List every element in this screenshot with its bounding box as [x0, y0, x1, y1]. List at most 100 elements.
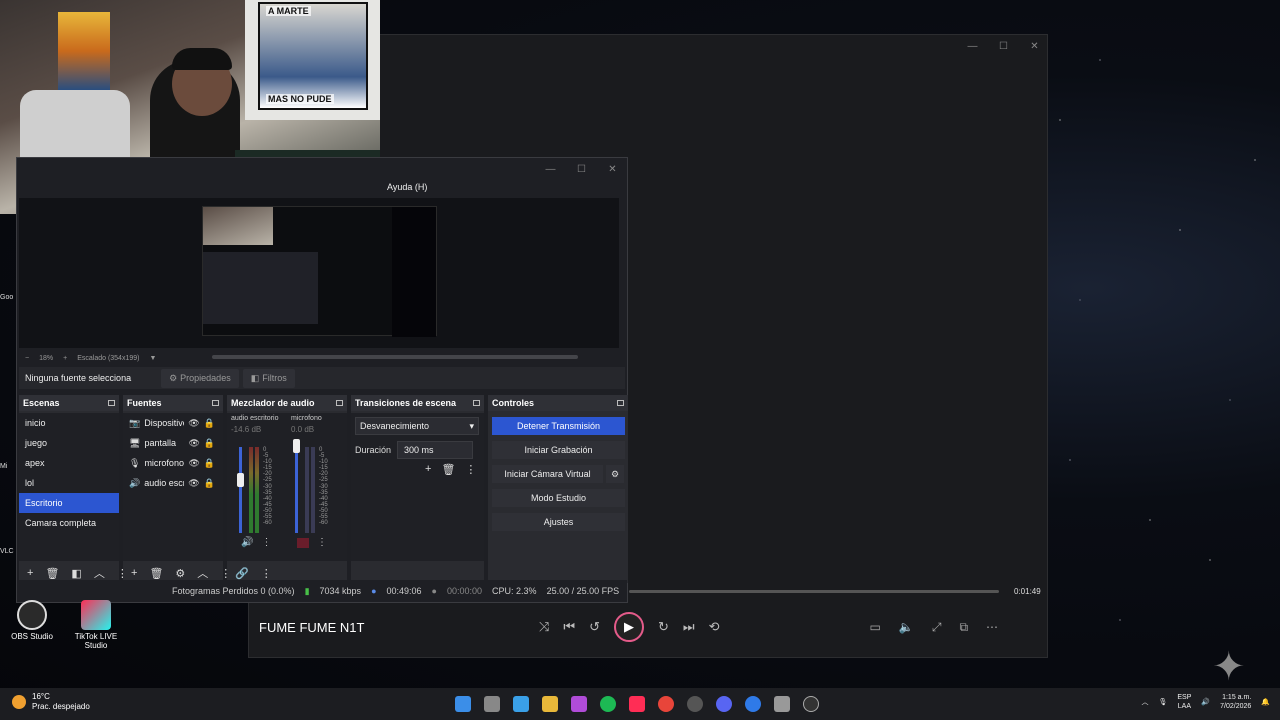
zoom-out-icon[interactable]: − [25, 355, 29, 362]
more-options-icon[interactable]: ⋯ [986, 620, 998, 635]
scene-item[interactable]: lol [19, 473, 119, 493]
trash-icon[interactable]: 🗑 [45, 567, 59, 580]
lock-icon[interactable]: 🔒 [204, 478, 215, 489]
copilot-icon[interactable] [513, 696, 529, 712]
play-button[interactable]: ▶ [614, 612, 645, 642]
chevron-up-icon[interactable]: ︿ [94, 565, 105, 581]
obs-window[interactable]: — ☐ ✕ Ayuda (H) − 18% + Escalado (354x19… [16, 157, 628, 603]
more-options-icon[interactable]: ⋮ [317, 537, 327, 548]
gear-icon[interactable]: ⚙ [606, 465, 624, 483]
app-icon[interactable] [571, 696, 587, 712]
properties-button[interactable]: ⚙ Propiedades [161, 368, 239, 388]
zoom-in-icon[interactable]: + [63, 355, 67, 362]
chevron-up-icon[interactable]: ︿ [1142, 698, 1149, 707]
cast-icon[interactable]: ⧉ [959, 620, 968, 635]
preview-scrollbar[interactable] [212, 355, 578, 359]
source-item[interactable]: 📷 Dispositivo 👁 🔒 [123, 413, 223, 433]
lock-icon[interactable]: 🔒 [204, 438, 215, 449]
link-icon[interactable]: 🔗 [235, 567, 249, 580]
eye-icon[interactable]: 👁 [188, 418, 199, 429]
weather-widget[interactable]: 16°C Prac. despejado [12, 692, 90, 712]
file-explorer-icon[interactable] [542, 696, 558, 712]
trash-icon[interactable]: 🗑 [441, 463, 455, 476]
miniplayer-icon[interactable]: ▭ [870, 620, 881, 635]
clock[interactable]: 1:15 a.m. 7/02/2026 [1220, 693, 1251, 711]
trash-icon[interactable]: 🗑 [149, 567, 163, 580]
rewind-10-icon[interactable]: ↺ [589, 619, 600, 635]
more-options-icon[interactable]: ⋮ [261, 537, 271, 548]
close-icon[interactable]: ✕ [1019, 35, 1050, 57]
add-icon[interactable]: + [27, 567, 33, 579]
settings-button[interactable]: Ajustes [492, 513, 625, 531]
scene-item[interactable]: juego [19, 433, 119, 453]
start-recording-button[interactable]: Iniciar Grabación [492, 441, 625, 459]
tiktok-icon[interactable] [629, 696, 645, 712]
undock-icon[interactable] [212, 400, 219, 406]
fullscreen-icon[interactable]: ⤢ [932, 620, 942, 635]
chrome-icon[interactable] [658, 696, 674, 712]
chevron-up-icon[interactable]: ︿ [197, 565, 208, 581]
lock-icon[interactable]: 🔒 [204, 458, 215, 469]
fader-knob[interactable] [293, 439, 300, 453]
spotify-icon[interactable] [600, 696, 616, 712]
desktop-icon-obs[interactable]: OBS Studio [7, 600, 57, 641]
scene-item[interactable]: Escritorio [19, 493, 119, 513]
duration-input[interactable]: 300 ms [397, 441, 474, 459]
language-indicator[interactable]: ESP LAA [1177, 693, 1191, 711]
eye-icon[interactable]: 👁 [188, 478, 199, 489]
gear-icon[interactable]: ⚙ [175, 567, 185, 580]
virtual-camera-button[interactable]: Iniciar Cámara Virtual [492, 465, 603, 483]
undock-icon[interactable] [108, 400, 115, 406]
undock-icon[interactable] [473, 400, 480, 406]
add-icon[interactable]: + [131, 567, 137, 579]
discord-icon[interactable] [716, 696, 732, 712]
fader-knob[interactable] [237, 473, 244, 487]
volume-icon[interactable]: 🔈 [899, 620, 914, 635]
lock-icon[interactable]: 🔒 [204, 418, 215, 429]
app-icon[interactable] [745, 696, 761, 712]
notification-icon[interactable]: 🔔 [1261, 698, 1270, 707]
scene-item[interactable]: apex [19, 453, 119, 473]
eye-icon[interactable]: 👁 [188, 458, 199, 469]
minimize-icon[interactable]: — [957, 35, 988, 57]
scale-dropdown-icon[interactable]: ▼ [149, 355, 156, 362]
more-options-icon[interactable]: ⋮ [465, 463, 476, 476]
more-options-icon[interactable]: ⋮ [261, 567, 272, 580]
volume-fader[interactable] [239, 447, 242, 533]
media-seek-bar[interactable] [629, 590, 999, 593]
scene-item[interactable]: Camara completa [19, 513, 119, 533]
settings-icon[interactable] [774, 696, 790, 712]
undock-icon[interactable] [336, 400, 343, 406]
filter-icon[interactable]: ◧ [71, 567, 81, 580]
menu-help[interactable]: Ayuda (H) [387, 182, 427, 192]
undock-icon[interactable] [617, 400, 624, 406]
desktop-icon-tiktok[interactable]: TikTok LIVE Studio [71, 600, 121, 650]
stop-stream-button[interactable]: Detener Transmisión [492, 417, 625, 435]
previous-icon[interactable]: ⏮ [563, 619, 575, 635]
maximize-icon[interactable]: ☐ [988, 35, 1019, 57]
transition-select[interactable]: Desvanecimiento ▾ [355, 417, 479, 435]
volume-fader[interactable] [295, 447, 298, 533]
repeat-icon[interactable]: ⟲ [709, 619, 720, 635]
forward-30-icon[interactable]: ↻ [658, 619, 669, 635]
source-item[interactable]: 🎙 microfono 👁 🔒 [123, 453, 223, 473]
db-tick: -40 [263, 495, 272, 502]
filters-button[interactable]: ◧ Filtros [242, 368, 295, 388]
eye-icon[interactable]: 👁 [188, 438, 199, 449]
windows-start-icon[interactable] [455, 696, 471, 712]
source-item[interactable]: 🖥 pantalla 👁 🔒 [123, 433, 223, 453]
muted-speaker-icon[interactable] [297, 537, 309, 548]
app-icon[interactable] [687, 696, 703, 712]
obs-preview[interactable] [19, 198, 619, 348]
microphone-icon[interactable]: 🎙 [1159, 698, 1168, 707]
next-icon[interactable]: ⏭ [683, 619, 695, 635]
obs-icon[interactable] [803, 696, 819, 712]
volume-icon[interactable]: 🔊 [1201, 698, 1210, 707]
shuffle-icon[interactable]: ⤨ [539, 619, 549, 635]
studio-mode-button[interactable]: Modo Estudio [492, 489, 625, 507]
add-icon[interactable]: + [425, 463, 431, 476]
source-item[interactable]: 🔊audio escritorio 👁 🔒 [123, 473, 223, 493]
scene-item[interactable]: inicio [19, 413, 119, 433]
task-view-icon[interactable] [484, 696, 500, 712]
speaker-icon[interactable]: 🔊 [241, 537, 253, 548]
